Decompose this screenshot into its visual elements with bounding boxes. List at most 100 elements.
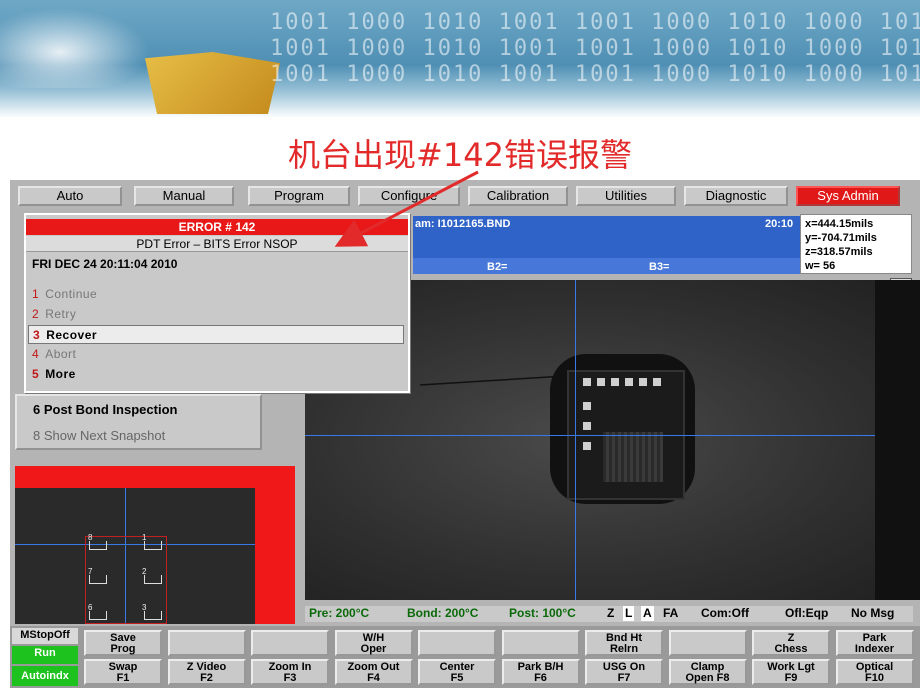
z-indicator: Z xyxy=(607,606,615,620)
key-label-line2: F1 xyxy=(116,672,130,684)
center-f5-button[interactable]: Center F5 xyxy=(418,659,496,685)
com-status: Com:Off xyxy=(701,606,749,620)
camera-side-panel xyxy=(875,280,920,600)
bond-height-relearn-button[interactable]: Bnd Ht Relrn xyxy=(585,630,663,656)
save-prog-button[interactable]: Save Prog xyxy=(84,630,162,656)
work-light-f9-button[interactable]: Work Lgt F9 xyxy=(752,659,830,685)
menu-utilities[interactable]: Utilities xyxy=(576,186,676,206)
swap-f1-button[interactable]: Swap F1 xyxy=(84,659,162,685)
z-video-f2-button[interactable]: Z Video F2 xyxy=(167,659,246,685)
menu-auto[interactable]: Auto xyxy=(18,186,122,206)
bond-pad xyxy=(611,378,619,386)
option-label: Continue xyxy=(45,287,98,301)
menu-calibration[interactable]: Calibration xyxy=(468,186,568,206)
b3-readout: B3= xyxy=(649,261,670,273)
map-pad xyxy=(89,541,107,550)
a-indicator: A xyxy=(641,606,654,621)
bond-pad xyxy=(639,378,647,386)
wh-oper-button[interactable]: W/H Oper xyxy=(334,630,413,656)
capillary-icon-button[interactable] xyxy=(501,630,580,656)
key-label-line2: Chess xyxy=(774,643,808,655)
key-label-line2: Relrn xyxy=(609,643,639,655)
x-coordinate: x=444.15mils xyxy=(805,218,874,230)
key-label-line2: F6 xyxy=(534,672,547,684)
map-pad xyxy=(144,575,162,584)
menu-diagnostic[interactable]: Diagnostic xyxy=(684,186,788,206)
zoom-in-f3-button[interactable]: Zoom In F3 xyxy=(251,659,329,685)
post-bond-inspection-item[interactable]: 6 Post Bond Inspection xyxy=(33,402,177,417)
clamp-open-f8-button[interactable]: Clamp Open F8 xyxy=(668,659,747,685)
index-arrows-icon-button[interactable] xyxy=(668,630,747,656)
zoom-out-f4-button[interactable]: Zoom Out F4 xyxy=(334,659,413,685)
bond-tool-icon-button[interactable] xyxy=(251,630,329,656)
run-indicator[interactable]: Run xyxy=(12,646,78,664)
map-label: 1 xyxy=(142,533,147,542)
option-more[interactable]: 5 More xyxy=(28,365,404,384)
option-continue[interactable]: 1 Continue xyxy=(28,285,404,304)
blank-2-button[interactable] xyxy=(418,630,496,656)
die-outline: 8 1 7 2 6 3 xyxy=(85,533,167,624)
function-key-bar: MStopOff Run Autoindx Save Prog W/H Oper Bnd… xyxy=(10,626,920,688)
bond-pad xyxy=(583,402,591,410)
bond-pad xyxy=(625,378,633,386)
map-pad xyxy=(89,575,107,584)
optical-f10-button[interactable]: Optical F10 xyxy=(835,659,914,685)
bond-pad xyxy=(583,378,591,386)
option-number: 5 xyxy=(32,367,40,381)
bonder-screen: Auto Manual Program Configure Calibratio… xyxy=(10,180,920,688)
park-indexer-button[interactable]: Park Indexer xyxy=(835,630,914,656)
key-label-line2: F4 xyxy=(367,672,380,684)
key-label-line2: F7 xyxy=(617,672,631,684)
key-label-line2: F9 xyxy=(784,672,798,684)
map-pad xyxy=(144,611,162,620)
map-pad xyxy=(144,541,162,550)
l-indicator: L xyxy=(623,606,635,621)
error-dialog: ERROR # 142 PDT Error – BITS Error NSOP … xyxy=(24,213,410,393)
bond-map[interactable]: 8 1 7 2 6 3 xyxy=(15,466,295,624)
menu-program[interactable]: Program xyxy=(248,186,350,206)
circuit-board-graphic xyxy=(145,52,280,114)
z-chess-button[interactable]: Z Chess xyxy=(752,630,830,656)
message-status: No Msg xyxy=(851,606,895,620)
main-menubar: Auto Manual Program Configure Calibratio… xyxy=(10,184,910,208)
blank-1-button[interactable] xyxy=(167,630,246,656)
option-number: 4 xyxy=(32,347,40,361)
menu-manual[interactable]: Manual xyxy=(134,186,234,206)
show-next-snapshot-item[interactable]: 8 Show Next Snapshot xyxy=(33,428,165,443)
park-bh-f6-button[interactable]: Park B/H F6 xyxy=(501,659,580,685)
option-label: Retry xyxy=(45,307,77,321)
key-label-line2: Prog xyxy=(110,643,136,655)
bond-pad xyxy=(597,378,605,386)
option-recover[interactable]: 3 Recover xyxy=(28,325,404,344)
option-abort[interactable]: 4 Abort xyxy=(28,345,404,364)
error-header: ERROR # 142 xyxy=(26,219,408,235)
error-timestamp: FRI DEC 24 20:11:04 2010 xyxy=(32,257,178,271)
key-label-line2: F3 xyxy=(283,672,297,684)
status-bar: Pre: 200°C Bond: 200°C Post: 100°C Z L A… xyxy=(305,606,913,622)
crosshair-vertical xyxy=(575,280,576,600)
error-message: PDT Error – BITS Error NSOP xyxy=(26,236,408,252)
z-coordinate: z=318.57mils xyxy=(805,246,873,258)
map-label: 3 xyxy=(142,603,147,612)
menu-sys-admin[interactable]: Sys Admin xyxy=(796,186,900,206)
slide-title: 机台出现#142错误报警 xyxy=(288,136,632,174)
bond-pad xyxy=(583,442,591,450)
slide-banner: 1001 1000 1010 1001 1001 1000 1010 1000 … xyxy=(0,0,920,118)
key-label-line2: F10 xyxy=(865,672,884,684)
post-temp: Post: 100°C xyxy=(509,606,576,620)
key-label-line2: Indexer xyxy=(854,643,895,655)
b2-readout: B2= xyxy=(487,261,508,273)
menu-configure[interactable]: Configure xyxy=(358,186,460,206)
option-label: More xyxy=(45,367,76,381)
usg-on-f7-button[interactable]: USG On F7 xyxy=(585,659,663,685)
bond-pad xyxy=(653,378,661,386)
option-retry[interactable]: 2 Retry xyxy=(28,305,404,324)
autoindex-indicator[interactable]: Autoindx xyxy=(12,666,78,686)
option-number: 2 xyxy=(32,307,40,321)
program-name: am: I1012165.BND xyxy=(415,218,511,230)
bond-pad xyxy=(583,422,591,430)
map-label: 2 xyxy=(142,567,147,576)
key-label-line2: Open F8 xyxy=(685,672,730,684)
option-number: 1 xyxy=(32,287,40,301)
map-label: 7 xyxy=(88,567,93,576)
